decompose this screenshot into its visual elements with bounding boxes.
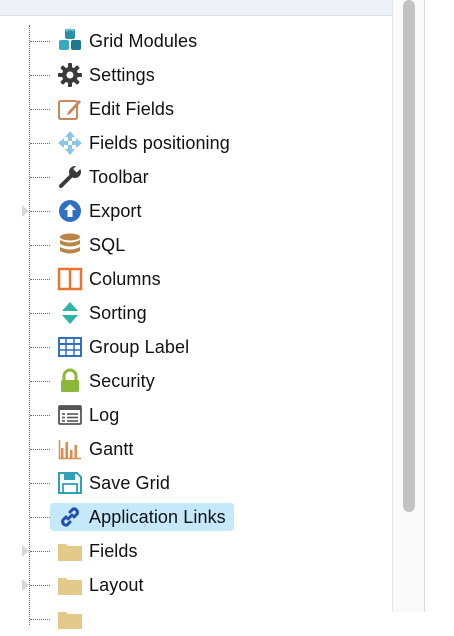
tree-row-sql: SQL xyxy=(0,228,392,262)
expand-arrow-icon[interactable] xyxy=(22,205,29,217)
tree-row-toolbar: Toolbar xyxy=(0,160,392,194)
tree-row-application-links: Application Links xyxy=(0,500,392,534)
log-list-icon xyxy=(56,401,84,429)
tree-item-sorting[interactable]: Sorting xyxy=(50,299,155,327)
tree-branch-line xyxy=(30,75,50,76)
tree-item-label: Columns xyxy=(89,268,161,289)
tree-row-partial xyxy=(0,602,392,636)
tree-item-label: Group Label xyxy=(89,336,190,357)
tree-item-label: Security xyxy=(89,370,155,391)
tree-item-label: Grid Modules xyxy=(89,30,198,51)
tree-row-security: Security xyxy=(0,364,392,398)
columns-icon xyxy=(56,265,84,293)
tree-row-settings: Settings xyxy=(0,58,392,92)
panel-border xyxy=(424,0,425,612)
tree-item-label: Gantt xyxy=(89,438,134,459)
tree-branch-line xyxy=(30,109,50,110)
floppy-disk-icon xyxy=(56,469,84,497)
tree-row-grid-modules: Grid Modules xyxy=(0,24,392,58)
tree-item-label: Layout xyxy=(89,574,144,595)
tree-branch-line xyxy=(30,551,50,552)
tree-branch-line xyxy=(30,211,50,212)
tree-item-toolbar[interactable]: Toolbar xyxy=(50,163,157,191)
tree-item-application-links[interactable]: Application Links xyxy=(50,503,234,531)
tree-row-log: Log xyxy=(0,398,392,432)
tree-item-label: Save Grid xyxy=(89,472,170,493)
panel-header-bar xyxy=(0,0,392,16)
tree-branch-line xyxy=(30,483,50,484)
tree-row-layout: Layout xyxy=(0,568,392,602)
tree-item-label: Export xyxy=(89,200,142,221)
tree-branch-line xyxy=(30,177,50,178)
tree-row-edit-fields: Edit Fields xyxy=(0,92,392,126)
tree-item-save-grid[interactable]: Save Grid xyxy=(50,469,178,497)
tree-item-group-label[interactable]: Group Label xyxy=(50,333,197,361)
tree-item-label: Log xyxy=(89,404,120,425)
tree-item-fields-positioning[interactable]: Fields positioning xyxy=(50,129,238,157)
scrollbar-thumb[interactable] xyxy=(403,0,415,512)
tree-row-save-grid: Save Grid xyxy=(0,466,392,500)
folder-icon xyxy=(56,571,84,599)
tree-item-partial[interactable] xyxy=(50,605,92,633)
tree-branch-line xyxy=(30,381,50,382)
tree-branch-line xyxy=(30,245,50,246)
vertical-scrollbar[interactable] xyxy=(392,0,425,612)
tree-row-columns: Columns xyxy=(0,262,392,296)
tree-branch-line xyxy=(30,415,50,416)
link-icon xyxy=(56,503,84,531)
tree-item-settings[interactable]: Settings xyxy=(50,61,163,89)
tree-branch-line xyxy=(30,449,50,450)
tree-row-export: Export xyxy=(0,194,392,228)
tree-item-label: Toolbar xyxy=(89,166,149,187)
tree-item-label: Fields xyxy=(89,540,138,561)
tree-row-sorting: Sorting xyxy=(0,296,392,330)
tree-branch-line xyxy=(30,347,50,348)
tree-item-gantt[interactable]: Gantt xyxy=(50,435,142,463)
tree-branch-line xyxy=(30,279,50,280)
sort-icon xyxy=(56,299,84,327)
tree-branch-line xyxy=(30,41,50,42)
tree-item-columns[interactable]: Columns xyxy=(50,265,169,293)
tree-row-fields: Fields xyxy=(0,534,392,568)
tree-item-label: SQL xyxy=(89,234,126,255)
upload-icon xyxy=(56,197,84,225)
tree-row-fields-positioning: Fields positioning xyxy=(0,126,392,160)
bar-chart-icon xyxy=(56,435,84,463)
tree-row-group-label: Group Label xyxy=(0,330,392,364)
menu-tree: Grid Modules Settings Edit Fields Fields… xyxy=(0,15,392,629)
tree-branch-line xyxy=(30,143,50,144)
tree-item-edit-fields[interactable]: Edit Fields xyxy=(50,95,182,123)
table-grid-icon xyxy=(56,333,84,361)
tree-item-label: Sorting xyxy=(89,302,147,323)
tree-branch-line xyxy=(30,585,50,586)
edit-icon xyxy=(56,95,84,123)
cubes-icon xyxy=(56,27,84,55)
gear-icon xyxy=(56,61,84,89)
tree-branch-line xyxy=(30,517,50,518)
expand-arrow-icon[interactable] xyxy=(22,579,29,591)
tree-row-gantt: Gantt xyxy=(0,432,392,466)
expand-arrow-icon[interactable] xyxy=(22,545,29,557)
lock-icon xyxy=(56,367,84,395)
move-arrows-icon xyxy=(56,129,84,157)
tree-item-log[interactable]: Log xyxy=(50,401,127,429)
tree-item-grid-modules[interactable]: Grid Modules xyxy=(50,27,205,55)
tree-item-export[interactable]: Export xyxy=(50,197,150,225)
tree-item-fields[interactable]: Fields xyxy=(50,537,146,565)
tree-item-label: Fields positioning xyxy=(89,132,230,153)
tree-item-security[interactable]: Security xyxy=(50,367,163,395)
database-icon xyxy=(56,231,84,259)
tree-item-label: Edit Fields xyxy=(89,98,175,119)
tree-item-layout[interactable]: Layout xyxy=(50,571,152,599)
tree-item-sql[interactable]: SQL xyxy=(50,231,133,259)
folder-icon xyxy=(56,537,84,565)
tree-branch-line xyxy=(30,313,50,314)
tree-item-label: Application Links xyxy=(89,506,226,527)
tree-item-label: Settings xyxy=(89,64,155,85)
folder-icon xyxy=(56,605,84,633)
tree-branch-line xyxy=(30,619,50,620)
wrench-icon xyxy=(56,163,84,191)
